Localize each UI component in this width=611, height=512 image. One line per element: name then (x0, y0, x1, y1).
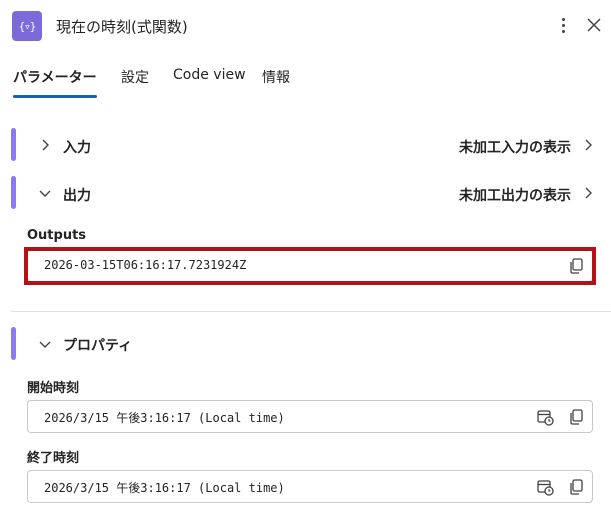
highlight-box (24, 247, 596, 285)
calendar-clock-icon[interactable] (536, 478, 554, 496)
output-section-bar (11, 176, 16, 209)
tab-settings[interactable]: 設定 (121, 67, 149, 87)
chevron-right-icon[interactable] (581, 186, 595, 200)
calendar-clock-icon[interactable] (536, 408, 554, 426)
tab-code-view[interactable]: Code view (173, 67, 246, 83)
chevron-down-icon[interactable] (38, 186, 52, 200)
start-time-label: 開始時刻 (27, 381, 80, 396)
properties-section-label[interactable]: プロパティ (63, 335, 132, 355)
output-section-label[interactable]: 出力 (63, 185, 91, 205)
active-tab-indicator (13, 95, 97, 98)
end-time-field[interactable]: 2026/3/15 午後3:16:17 (Local time) (27, 470, 593, 503)
copy-icon[interactable] (568, 408, 586, 426)
tab-parameters[interactable]: パラメーター (13, 67, 97, 87)
close-icon[interactable] (583, 14, 605, 36)
panel-title: 現在の時刻(式関数) (56, 18, 188, 36)
app-icon: {▿} (12, 11, 42, 41)
input-section-bar (11, 128, 16, 161)
show-raw-inputs-link[interactable]: 未加工入力の表示 (459, 137, 571, 157)
chevron-down-icon[interactable] (38, 337, 52, 351)
end-time-value: 2026/3/15 午後3:16:17 (Local time) (44, 481, 285, 495)
copy-icon[interactable] (568, 478, 586, 496)
tab-info[interactable]: 情報 (262, 67, 290, 87)
input-section-label[interactable]: 入力 (63, 137, 91, 157)
end-time-label: 終了時刻 (27, 451, 80, 466)
show-raw-outputs-link[interactable]: 未加工出力の表示 (459, 185, 571, 205)
start-time-value: 2026/3/15 午後3:16:17 (Local time) (44, 411, 285, 425)
more-options-icon[interactable] (556, 12, 570, 38)
chevron-right-icon[interactable] (581, 138, 595, 152)
outputs-label: Outputs (27, 228, 87, 243)
chevron-right-icon[interactable] (38, 138, 52, 152)
properties-section-bar (11, 327, 16, 360)
section-divider (11, 311, 611, 312)
start-time-field[interactable]: 2026/3/15 午後3:16:17 (Local time) (27, 400, 593, 433)
